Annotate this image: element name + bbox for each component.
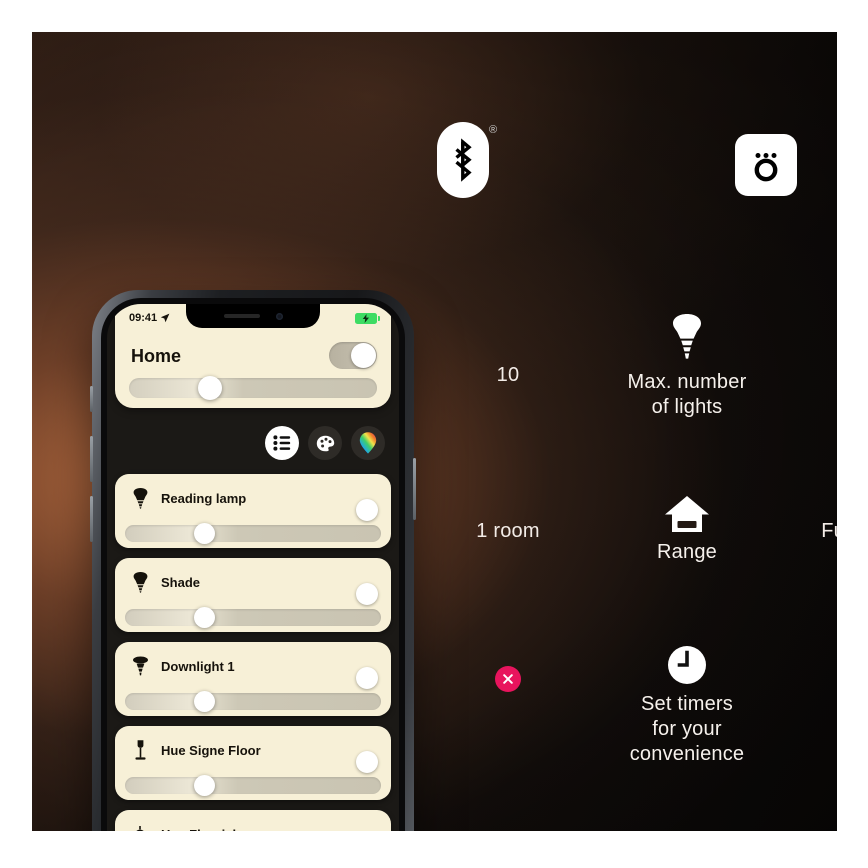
list-icon bbox=[273, 435, 291, 451]
comparison-right-value: Full home bbox=[821, 520, 837, 542]
bluetooth-icon bbox=[448, 138, 478, 182]
phone-power-button[interactable] bbox=[413, 458, 416, 520]
home-master-toggle[interactable] bbox=[329, 342, 377, 369]
slider-thumb[interactable] bbox=[194, 607, 216, 628]
registered-mark: ® bbox=[489, 124, 498, 136]
list-item[interactable]: Downlight 1 bbox=[115, 642, 391, 716]
light-name: Hue Signe Floor bbox=[161, 742, 261, 758]
battery-charging-icon bbox=[355, 312, 380, 324]
light-row-header: Hue Flourish bbox=[115, 810, 391, 831]
phone-screen: 09:41 Home Reading lamp Shade Downlight … bbox=[107, 304, 399, 831]
toggle-knob bbox=[356, 499, 378, 521]
light-brightness-slider[interactable] bbox=[125, 523, 381, 544]
comparison-label-line3: convenience bbox=[629, 743, 745, 765]
lights-list: Reading lamp Shade Downlight 1 Hue Signe… bbox=[115, 474, 391, 831]
floor-lamp-icon bbox=[127, 739, 153, 761]
comparison-left-mark bbox=[424, 644, 592, 692]
slider-thumb[interactable] bbox=[194, 691, 216, 712]
comparison-label-line1: Range bbox=[657, 541, 717, 563]
status-time: 09:41 bbox=[129, 312, 158, 324]
bluetooth-badge: ® bbox=[437, 122, 497, 200]
page-title: Home bbox=[131, 346, 182, 366]
light-row-header: Downlight 1 bbox=[115, 642, 391, 690]
toggle-knob bbox=[356, 751, 378, 773]
list-item[interactable]: Hue Flourish bbox=[115, 810, 391, 831]
pendant-lamp-icon bbox=[127, 826, 153, 831]
list-item[interactable]: Shade bbox=[115, 558, 391, 632]
comparison-label-line2: of lights bbox=[651, 396, 723, 418]
hero-panel: ® 10 Max. number of lights 1 room Range … bbox=[32, 32, 837, 831]
toggle-knob bbox=[351, 343, 376, 368]
view-mode-controls bbox=[265, 426, 385, 460]
location-arrow-icon bbox=[160, 313, 170, 323]
light-name: Shade bbox=[161, 574, 201, 590]
downlight-icon bbox=[127, 655, 153, 677]
phone-volume-down-button[interactable] bbox=[90, 496, 93, 542]
light-row-header: Hue Signe Floor bbox=[115, 726, 391, 774]
status-bar: 09:41 bbox=[115, 304, 391, 332]
comparison-label-line2: for your bbox=[652, 718, 722, 740]
comparison-label: Max. number of lights bbox=[628, 370, 747, 420]
toggle-knob bbox=[356, 667, 378, 689]
camera-badge bbox=[735, 134, 797, 196]
bulb-icon bbox=[667, 312, 707, 364]
phone-mockup: 09:41 Home Reading lamp Shade Downlight … bbox=[90, 290, 416, 831]
bluetooth-pill bbox=[437, 122, 489, 198]
phone-mute-switch[interactable] bbox=[90, 386, 93, 412]
toggle-knob bbox=[356, 583, 378, 605]
clock-icon bbox=[666, 644, 708, 686]
comparison-center: Max. number of lights bbox=[592, 312, 782, 420]
light-brightness-slider[interactable] bbox=[125, 775, 381, 796]
slider-thumb[interactable] bbox=[194, 523, 216, 544]
comparison-left-value: 10 bbox=[496, 364, 520, 386]
camera-icon bbox=[746, 145, 786, 185]
view-mode-scenes-button[interactable] bbox=[308, 426, 342, 460]
slider-thumb[interactable] bbox=[198, 376, 223, 400]
comparison-label: Set timers for your convenience bbox=[630, 692, 745, 767]
light-brightness-slider[interactable] bbox=[125, 691, 381, 712]
view-mode-color-button[interactable] bbox=[351, 426, 385, 460]
comparison-right-value: 50 bbox=[782, 312, 837, 387]
light-row-header: Reading lamp bbox=[115, 474, 391, 522]
light-name: Reading lamp bbox=[161, 490, 247, 506]
list-item[interactable]: Hue Signe Floor bbox=[115, 726, 391, 800]
phone-volume-up-button[interactable] bbox=[90, 436, 93, 482]
toggle-track bbox=[329, 342, 377, 369]
light-name: Downlight 1 bbox=[161, 658, 235, 674]
palette-icon bbox=[316, 435, 335, 452]
slider-thumb[interactable] bbox=[194, 775, 216, 796]
list-item[interactable]: Reading lamp bbox=[115, 474, 391, 548]
comparison-row-max-lights: 10 Max. number of lights 50 bbox=[424, 312, 837, 420]
spot-bulb-icon bbox=[127, 571, 153, 593]
comparison-center: Set timers for your convenience bbox=[592, 644, 782, 767]
status-time-group: 09:41 bbox=[129, 312, 170, 324]
screenshot-root: ® 10 Max. number of lights 1 room Range … bbox=[0, 0, 868, 868]
home-brightness-slider[interactable] bbox=[129, 376, 377, 400]
comparison-left-value: 1 room bbox=[476, 520, 540, 542]
cross-mark-icon bbox=[495, 666, 521, 692]
comparison-label-line1: Max. number bbox=[627, 371, 747, 393]
comparison-label: Range bbox=[657, 540, 717, 565]
light-row-header: Shade bbox=[115, 558, 391, 606]
light-brightness-slider[interactable] bbox=[125, 607, 381, 628]
view-mode-list-button[interactable] bbox=[265, 426, 299, 460]
home-header-card: 09:41 Home bbox=[115, 304, 391, 408]
comparison-right-mark bbox=[782, 644, 837, 692]
light-name: Hue Flourish bbox=[161, 827, 379, 832]
comparison-label-line1: Set timers bbox=[640, 693, 733, 715]
comparison-row-range: 1 room Range Full home bbox=[424, 494, 837, 565]
color-picker-icon bbox=[358, 431, 378, 455]
comparison-row-timers: Set timers for your convenience bbox=[424, 644, 837, 767]
comparison-center: Range bbox=[592, 494, 782, 565]
spot-bulb-icon bbox=[127, 487, 153, 509]
house-icon bbox=[664, 494, 710, 534]
